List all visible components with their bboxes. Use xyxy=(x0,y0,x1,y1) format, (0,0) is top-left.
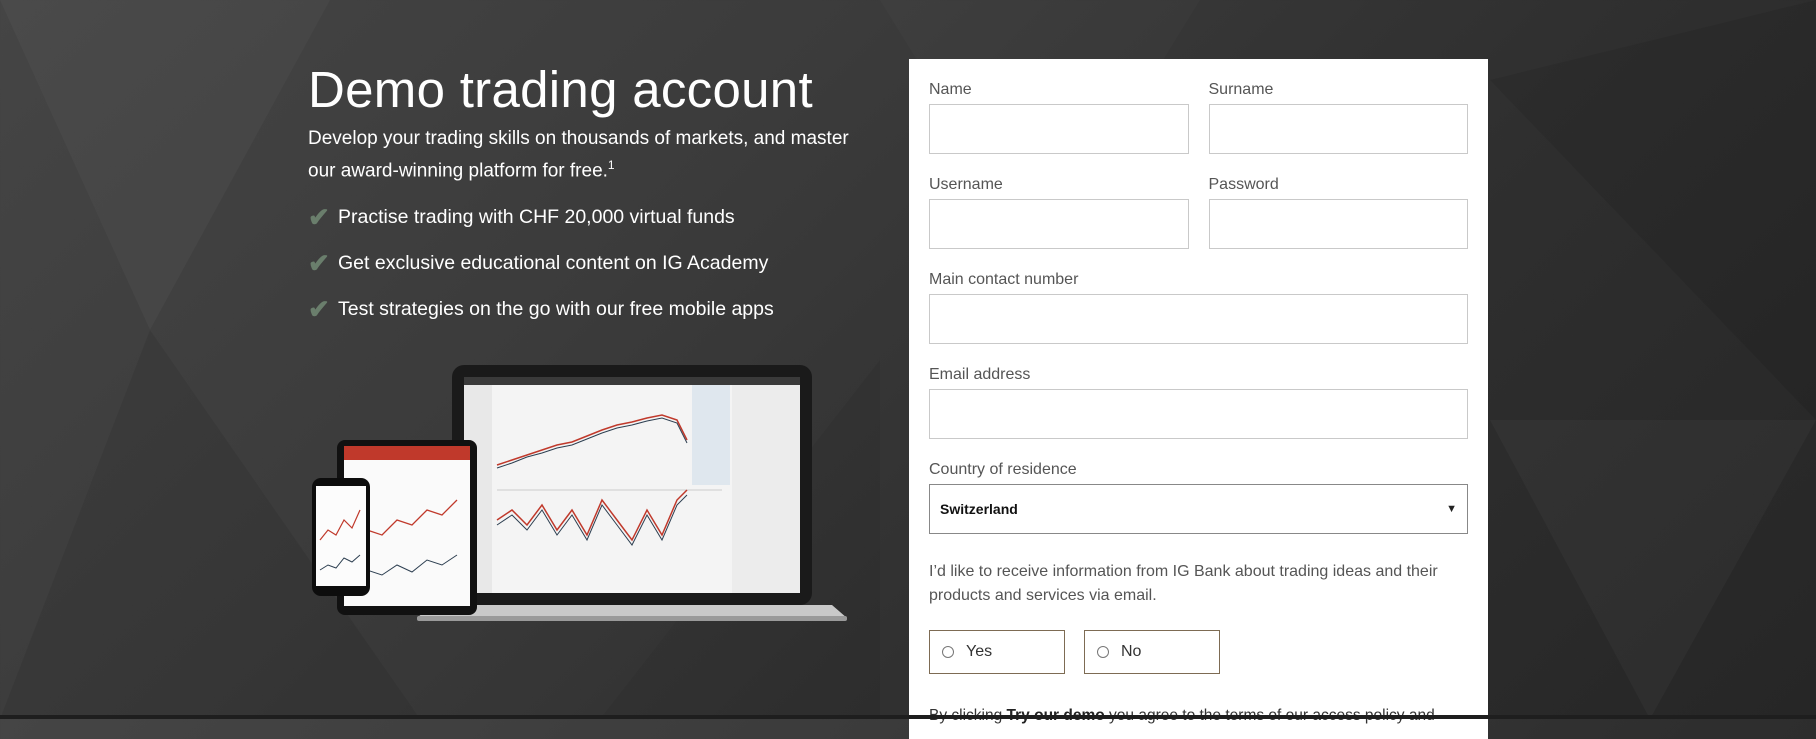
bottom-bar xyxy=(0,715,1816,719)
password-label: Password xyxy=(1208,176,1279,193)
email-label: Email address xyxy=(929,366,1031,383)
hero-subtitle-text: Develop your trading skills on thousands… xyxy=(308,128,849,182)
email-group: Email address xyxy=(929,366,1468,439)
name-label: Name xyxy=(929,81,972,98)
no-radio[interactable]: No xyxy=(1084,630,1220,674)
username-input[interactable] xyxy=(929,199,1189,249)
hero-subtitle: Develop your trading skills on thousands… xyxy=(308,126,868,184)
marketing-consent-text: I’d like to receive information from IG … xyxy=(929,563,1438,604)
username-group: Username xyxy=(929,176,1189,249)
background-pattern xyxy=(0,0,1816,719)
caret-down-icon: ▼ xyxy=(1446,503,1457,515)
demo-signup-form: Name Surname Username Password Main cont… xyxy=(909,59,1488,739)
name-input[interactable] xyxy=(929,104,1189,154)
phone-label: Main contact number xyxy=(929,271,1079,288)
radio-circle-icon xyxy=(1097,646,1109,658)
benefit-text: Test strategies on the go with our free … xyxy=(338,298,774,321)
password-group: Password xyxy=(1208,176,1468,249)
benefit-item: ✔ Practise trading with CHF 20,000 virtua… xyxy=(308,204,868,230)
country-value: Switzerland xyxy=(940,501,1018,517)
benefit-item: ✔ Get exclusive educational content on IG… xyxy=(308,250,868,276)
consent-radio-group: Yes No xyxy=(929,630,1468,674)
check-icon: ✔ xyxy=(308,202,330,233)
trading-platform-devices-illustration xyxy=(312,365,847,621)
benefit-text: Get exclusive educational content on IG … xyxy=(338,252,769,275)
surname-group: Surname xyxy=(1208,81,1468,154)
phone-input[interactable] xyxy=(929,294,1468,344)
surname-label: Surname xyxy=(1208,81,1274,98)
username-label: Username xyxy=(929,176,1003,193)
hero-section: Demo trading account Develop your tradin… xyxy=(308,60,868,342)
country-select[interactable]: Switzerland ▼ xyxy=(929,484,1468,534)
country-label: Country of residence xyxy=(929,461,1077,478)
no-label: No xyxy=(1121,643,1142,660)
country-group: Country of residence Switzerland ▼ xyxy=(929,461,1468,534)
radio-circle-icon xyxy=(942,646,954,658)
check-icon: ✔ xyxy=(308,294,330,325)
phone-group: Main contact number xyxy=(929,271,1468,344)
name-group: Name xyxy=(929,81,1189,154)
page-title: Demo trading account xyxy=(308,61,813,118)
check-icon: ✔ xyxy=(308,248,330,279)
yes-radio[interactable]: Yes xyxy=(929,630,1065,674)
email-input[interactable] xyxy=(929,389,1468,439)
benefit-text: Practise trading with CHF 20,000 virtual… xyxy=(338,206,735,229)
yes-label: Yes xyxy=(966,643,993,660)
password-input[interactable] xyxy=(1208,199,1468,249)
benefit-item: ✔ Test strategies on the go with our free… xyxy=(308,296,868,322)
surname-input[interactable] xyxy=(1208,104,1468,154)
benefits-list: ✔ Practise trading with CHF 20,000 virtua… xyxy=(308,204,868,322)
footnote-marker: 1 xyxy=(607,158,615,172)
